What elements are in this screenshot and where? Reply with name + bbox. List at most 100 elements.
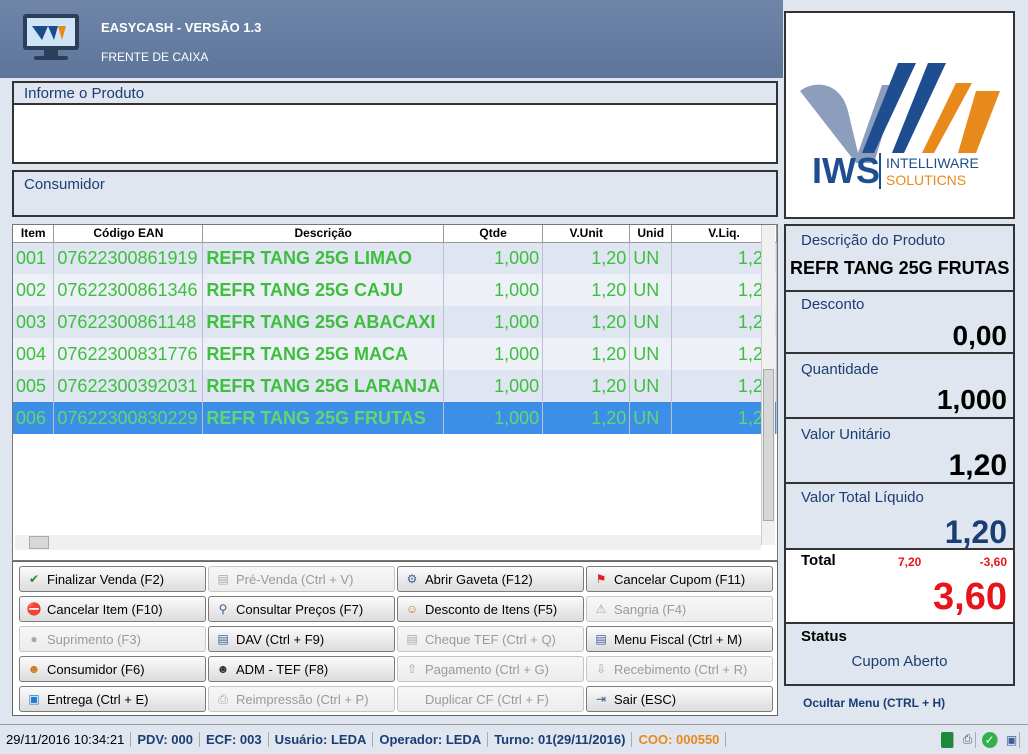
action-button-label: Consumidor (F6) xyxy=(47,661,145,677)
column-header-unit[interactable]: Unid xyxy=(629,225,673,243)
action-button[interactable]: Duplicar CF (Ctrl + F) xyxy=(397,686,584,712)
table-row[interactable]: 002 07622300861346 REFR TANG 25G CAJU 1,000… xyxy=(13,274,777,306)
action-button[interactable]: ✔ Finalizar Venda (F2) xyxy=(19,566,206,592)
action-button[interactable]: ⇧ Pagamento (Ctrl + G) xyxy=(397,656,584,682)
flag-icon: ⚑ xyxy=(595,572,607,586)
action-button[interactable]: ▣ Entrega (Ctrl + E) xyxy=(19,686,206,712)
blank-icon xyxy=(404,691,420,707)
column-header-unit-price[interactable]: V.Unit xyxy=(542,225,631,243)
action-button[interactable]: ▤ Menu Fiscal (Ctrl + M) xyxy=(586,626,773,652)
total-label: Total xyxy=(801,552,836,569)
table-row[interactable]: 006 07622300830229 REFR TANG 25G FRUTAS 1,0… xyxy=(13,402,777,434)
status-shift: Turno: 01(29/11/2016) xyxy=(488,732,633,747)
ok-icon: ✓ xyxy=(982,731,998,748)
cell-ean: 07622300831776 xyxy=(53,338,204,370)
column-header-item[interactable]: Item xyxy=(13,225,55,243)
action-button-label: Duplicar CF (Ctrl + F) xyxy=(425,691,549,707)
discount-value: 0,00 xyxy=(952,320,1008,351)
cell-unit-price: 1,20 xyxy=(542,402,631,434)
action-button-label: Entrega (Ctrl + E) xyxy=(47,691,149,707)
net-value-label: Valor Total Líquido xyxy=(801,489,924,506)
action-button[interactable]: ▤ Pré-Venda (Ctrl + V) xyxy=(208,566,395,592)
hide-menu-link[interactable]: Ocultar Menu (CTRL + H) xyxy=(803,696,945,710)
table-row[interactable]: 003 07622300861148 REFR TANG 25G ABACAXI 1,… xyxy=(13,306,777,338)
cell-qty: 1,000 xyxy=(443,242,544,274)
cancel-icon: ⛔ xyxy=(26,602,42,616)
printer-icon: ⎙ xyxy=(218,691,228,706)
product-description-label: Descrição do Produto xyxy=(801,232,946,249)
action-button-label: Recebimento (Ctrl + R) xyxy=(614,661,748,677)
items-grid[interactable]: Item Código EAN Descrição Qtde V.Unit Un… xyxy=(12,224,778,561)
discount-label: Desconto xyxy=(801,296,865,313)
action-button[interactable]: ⚑ Cancelar Cupom (F11) xyxy=(586,566,773,592)
document-icon: ▤ xyxy=(217,572,229,586)
app-header: EASYCASH - VERSÃO 1.3 FRENTE DE CAIXA xyxy=(0,0,783,78)
drawer-icon: ⚙ xyxy=(406,572,418,586)
column-header-description[interactable]: Descrição xyxy=(202,225,445,243)
scroll-thumb[interactable] xyxy=(29,536,49,549)
action-button[interactable]: ⎙ Reimpressão (Ctrl + P) xyxy=(208,686,395,712)
column-header-ean[interactable]: Código EAN xyxy=(53,225,204,243)
table-row[interactable]: 005 07622300392031 REFR TANG 25G LARANJA 1,… xyxy=(13,370,777,402)
logo-line2: SOLUTICNS xyxy=(886,172,966,188)
action-button[interactable]: ☻ Consumidor (F6) xyxy=(19,656,206,682)
monitor-icon xyxy=(23,14,79,60)
cell-item: 001 xyxy=(13,242,55,274)
product-description-panel: Descrição do Produto REFR TANG 25G FRUTA… xyxy=(784,224,1015,292)
column-header-qty[interactable]: Qtde xyxy=(443,225,544,243)
action-button[interactable]: ☻ ADM - TEF (F8) xyxy=(208,656,395,682)
table-row[interactable]: 001 07622300861919 REFR TANG 25G LIMAO 1,00… xyxy=(13,242,777,274)
horizontal-scrollbar[interactable] xyxy=(15,535,761,550)
cell-item: 003 xyxy=(13,306,55,338)
consumer-field-label: Consumidor xyxy=(24,176,105,193)
total-panel: Total 7,20 -3,60 3,60 xyxy=(784,550,1015,624)
action-button[interactable]: ⇥ Sair (ESC) xyxy=(586,686,773,712)
action-button[interactable]: ⛔ Cancelar Item (F10) xyxy=(19,596,206,622)
table-row[interactable]: 004 07622300831776 REFR TANG 25G MACA 1,000… xyxy=(13,338,777,370)
action-button-label: Menu Fiscal (Ctrl + M) xyxy=(614,631,743,647)
warning-icon: ⚠ xyxy=(595,602,607,616)
status-coo: COO: 000550 xyxy=(632,732,727,747)
product-field-header: Informe o Produto xyxy=(14,83,776,105)
discount-icon: ☺ xyxy=(405,602,419,616)
status-datetime: 29/11/2016 10:34:21 xyxy=(0,732,132,747)
action-button-label: DAV (Ctrl + F9) xyxy=(236,631,325,647)
product-field-label: Informe o Produto xyxy=(24,85,145,102)
action-button[interactable]: ☺ Desconto de Itens (F5) xyxy=(397,596,584,622)
product-description-value: REFR TANG 25G FRUTAS xyxy=(790,258,1010,278)
total-value: 3,60 xyxy=(933,576,1007,618)
arrow-up-icon: ⇧ xyxy=(406,662,418,676)
cell-ean: 07622300861919 xyxy=(53,242,204,274)
action-button[interactable]: ⚙ Abrir Gaveta (F12) xyxy=(397,566,584,592)
action-button[interactable]: ● Suprimento (F3) xyxy=(19,626,206,652)
product-input[interactable] xyxy=(14,105,776,162)
action-button[interactable]: ⚲ Consultar Preços (F7) xyxy=(208,596,395,622)
cell-qty: 1,000 xyxy=(443,306,544,338)
action-button[interactable]: ⇩ Recebimento (Ctrl + R) xyxy=(586,656,773,682)
cell-description: REFR TANG 25G LIMAO xyxy=(202,242,445,274)
total-discount: -3,60 xyxy=(979,555,1007,569)
check-icon: ✔ xyxy=(28,572,40,586)
status-user: Usuário: LEDA xyxy=(269,732,374,747)
table-header: Item Código EAN Descrição Qtde V.Unit Un… xyxy=(13,225,777,243)
action-button-label: Pagamento (Ctrl + G) xyxy=(425,661,549,677)
unit-price-label: Valor Unitário xyxy=(801,426,891,443)
action-button-label: Consultar Preços (F7) xyxy=(236,601,364,617)
printer-icon[interactable]: ⎙ xyxy=(960,731,976,748)
quantity-value: 1,000 xyxy=(936,384,1007,415)
action-button[interactable]: ▤ DAV (Ctrl + F9) xyxy=(208,626,395,652)
vertical-scrollbar[interactable] xyxy=(761,225,775,545)
document-icon: ▤ xyxy=(217,632,229,646)
action-button[interactable]: ▤ Cheque TEF (Ctrl + Q) xyxy=(397,626,584,652)
items-table: Item Código EAN Descrição Qtde V.Unit Un… xyxy=(13,225,777,434)
discount-panel: Desconto 0,00 xyxy=(784,292,1015,354)
cell-unit: UN xyxy=(629,370,673,402)
action-button[interactable]: ⚠ Sangria (F4) xyxy=(586,596,773,622)
monitor-icon: ▣ xyxy=(1004,731,1020,748)
cell-unit-price: 1,20 xyxy=(542,306,631,338)
status-value: Cupom Aberto xyxy=(851,653,948,670)
consumer-field: Consumidor xyxy=(12,170,778,217)
scroll-thumb[interactable] xyxy=(763,369,774,521)
total-gross: 7,20 xyxy=(898,555,922,569)
cell-item: 006 xyxy=(13,402,55,434)
